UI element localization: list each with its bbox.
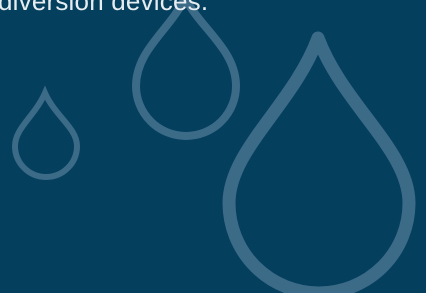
water-drops-panel: diversion devices. [0,0,426,293]
large-water-drop-icon [222,31,416,293]
medium-water-drop-icon [131,0,241,140]
drops-illustration [11,0,416,293]
caption-text: diversion devices. [0,0,209,16]
small-water-drop-icon [11,85,81,180]
